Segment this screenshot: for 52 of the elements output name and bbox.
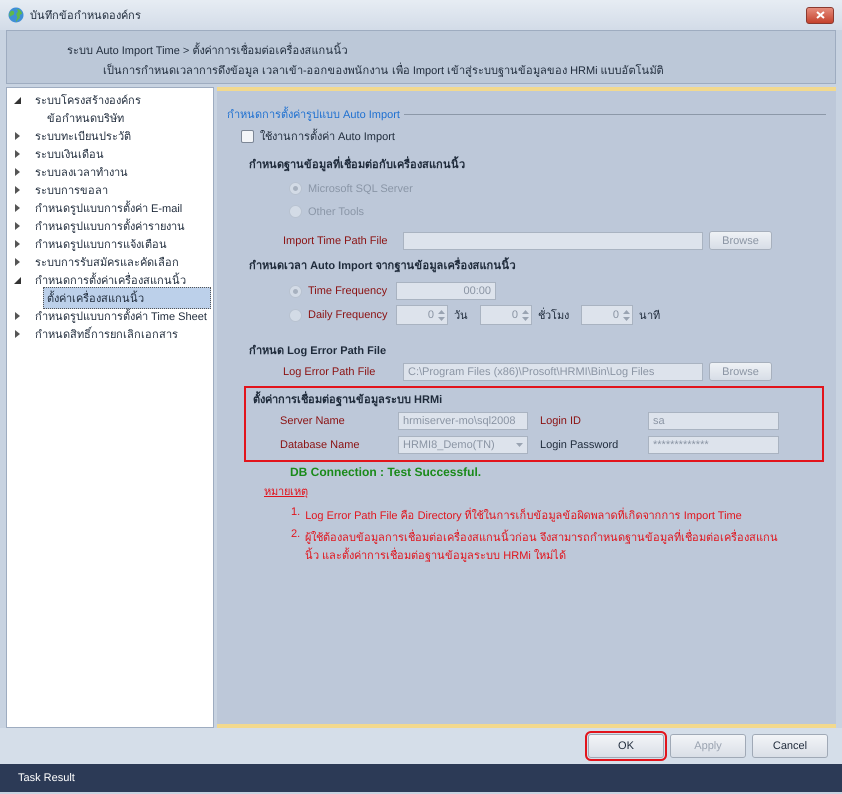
expand-arrow-icon[interactable] <box>15 240 20 248</box>
group-title: กำหนดการตั้งค่ารูปแบบ Auto Import <box>227 105 400 123</box>
expand-arrow-icon[interactable] <box>15 186 20 194</box>
radio-button[interactable] <box>289 308 302 322</box>
section-heading: กำหนด Log Error Path File <box>248 344 388 357</box>
section-heading: กำหนดเวลา Auto Import จากฐานข้อมูลเครื่องสแกนนิ้ว <box>227 256 826 272</box>
tree-item[interactable]: ตั้งค่าเครื่องสแกนนิ้ว <box>43 287 211 309</box>
expand-arrow-icon[interactable] <box>15 204 20 212</box>
note-text: ผู้ใช้ต้องลบข้อมูลการเชื่อมต่อเครื่องสแกนนิ้วก่อน จึงสามารถกำหนดฐานข้อมูลที่เชื่อมต่อเครื่องสแกนนิ้ว และตั้งค่าการเชื่อมต่อฐานข้อมูลระบบ HRMi ใหม่ได้ <box>305 528 786 564</box>
field-label: Database Name <box>280 439 360 451</box>
collapse-arrow-icon[interactable] <box>14 96 21 104</box>
window-title: บันทึกข้อกำหนดองค์กร <box>30 8 142 24</box>
status-message: DB Connection : Test Successful. <box>289 465 482 479</box>
dialog-button[interactable]: Cancel <box>752 734 828 758</box>
field-label: Login ID <box>540 415 582 427</box>
status-bar: Task Result <box>0 764 842 792</box>
expand-arrow-icon[interactable] <box>15 258 20 266</box>
note-number: 1. <box>291 506 300 520</box>
checkbox-label: ใช้งานการตั้งค่า Auto Import <box>260 127 395 145</box>
note-number: 2. <box>291 528 300 542</box>
note-text: Log Error Path File คือ Directory ที่ใช้ในการเก็บข้อมูลข้อผิดพลาดที่เกิดจากการ Import Time <box>305 506 786 524</box>
collapse-arrow-icon[interactable] <box>14 276 21 284</box>
radio-button[interactable] <box>289 284 302 298</box>
expand-arrow-icon[interactable] <box>15 330 20 338</box>
field-label: Server Name <box>280 415 346 427</box>
expand-arrow-icon[interactable] <box>15 312 20 320</box>
expand-arrow-icon[interactable] <box>15 222 20 230</box>
globe-icon <box>8 7 24 23</box>
breadcrumb: ระบบ Auto Import Time > ตั้งค่าการเชื่อมต่อเครื่องสแกนนิ้ว <box>67 41 835 59</box>
expand-arrow-icon[interactable] <box>15 168 20 176</box>
field-label: Import Time Path File <box>282 234 389 246</box>
checkbox[interactable] <box>241 130 254 142</box>
radio-button[interactable] <box>289 205 302 218</box>
close-icon <box>816 11 824 19</box>
unit-label: วัน <box>454 309 468 324</box>
expand-arrow-icon[interactable] <box>15 132 20 140</box>
dialog-button[interactable]: OK <box>588 734 664 758</box>
description: เป็นการกำหนดเวลาการดึงข้อมูล เวลาเข้า-ออกของพนักงาน เพื่อ Import เข้าสู่ระบบฐานข้อมูลของ HRMi แบบอัตโนมัติ <box>67 61 835 79</box>
expand-arrow-icon[interactable] <box>15 150 20 158</box>
radio-button[interactable] <box>289 182 302 195</box>
section-heading: กำหนดฐานข้อมูลที่เชื่อมต่อกับเครื่องสแกนนิ้ว <box>227 155 826 171</box>
unit-label: นาที <box>639 308 660 324</box>
input-field[interactable] <box>403 232 703 250</box>
field-label: Login Password <box>540 439 620 451</box>
field-label: Log Error Path File <box>282 366 376 378</box>
note-title: หมายเหตุ <box>263 485 309 500</box>
radio-label: Time Frequency <box>308 285 388 297</box>
unit-label: ชั่วโมง <box>538 306 569 324</box>
dropdown-arrow-icon <box>516 443 523 447</box>
radio-label: Daily Frequency <box>308 309 388 321</box>
section-heading: ตั้งค่าการเชื่อมต่อฐานข้อมูลระบบ HRMi <box>246 390 822 406</box>
close-button[interactable] <box>806 6 834 24</box>
